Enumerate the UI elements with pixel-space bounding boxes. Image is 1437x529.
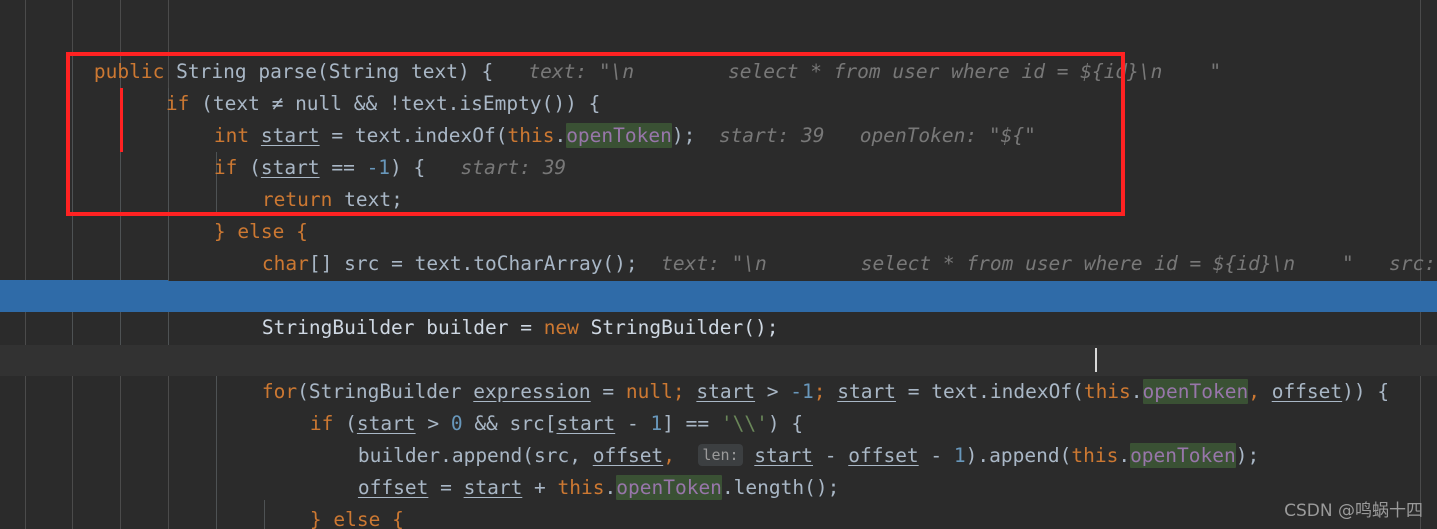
code-line-3[interactable]: int start = text.indexOf(this.openToken)… [0, 89, 1437, 148]
code-line-7[interactable]: char[] src = text.toCharArray(); text: "… [0, 217, 1437, 275]
token-new: new [543, 316, 579, 339]
vcs-change-marker[interactable] [120, 88, 123, 152]
code-line-9-current-execution[interactable]: StringBuilder builder = new StringBuilde… [0, 281, 1437, 339]
code-lines: public String parse(String text) { text:… [0, 0, 1437, 529]
watermark-label: CSDN @鸣蜗十四 [1284, 501, 1423, 521]
code-line-15[interactable]: if (expression == null) { [0, 505, 1437, 529]
token-stringbuilder-type: StringBuilder [261, 316, 415, 339]
code-line-8[interactable]: int offset = 0; offset: 0 [0, 249, 1437, 307]
code-line-2[interactable]: if (text ≠ null && !text.isEmpty()) { [0, 57, 1437, 115]
code-line-14[interactable]: } else { [0, 473, 1437, 529]
execution-line-gutter [0, 280, 168, 311]
token-stringbuilder-ctor: StringBuilder(); [578, 316, 779, 339]
code-line-13[interactable]: offset = start + this.openToken.length()… [0, 441, 1437, 500]
text-caret [1095, 348, 1097, 372]
code-editor[interactable]: public String parse(String text) { text:… [0, 0, 1437, 529]
code-line-11[interactable]: if (start > 0 && src[start - 1] == '\\')… [0, 377, 1437, 435]
code-line-5[interactable]: return text; [0, 153, 1437, 211]
code-line-6[interactable]: } else { [0, 185, 1437, 243]
code-line-1[interactable]: public String parse(String text) { text:… [0, 25, 1437, 83]
code-line-12[interactable]: builder.append(src, offset, len: start -… [0, 409, 1437, 468]
token-builder-var: builder = [414, 316, 544, 339]
code-line-4[interactable]: if (start == -1) { start: 39 [0, 121, 1437, 179]
